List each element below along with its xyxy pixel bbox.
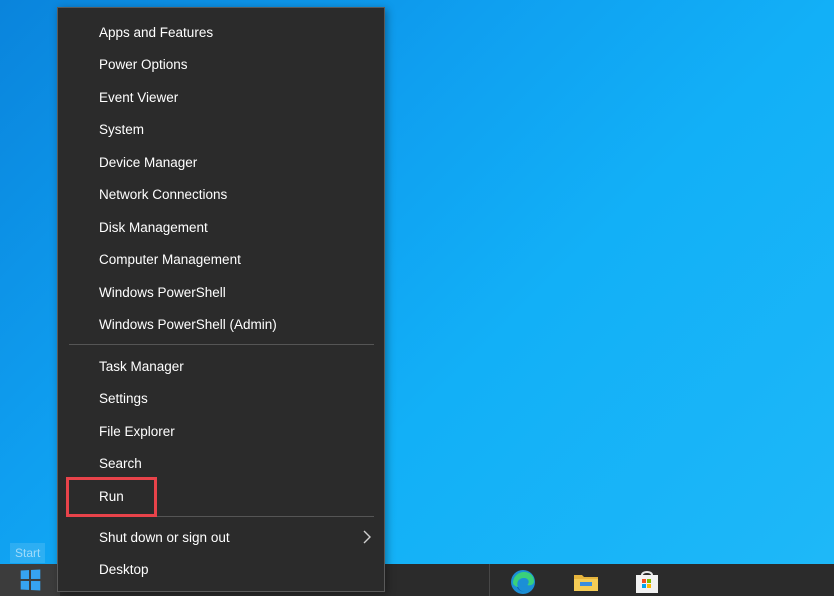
start-button[interactable] [0,564,60,596]
menu-item-disk-management[interactable]: Disk Management [58,211,384,243]
menu-item-windows-powershell[interactable]: Windows PowerShell [58,276,384,308]
windows-logo-icon [20,569,41,591]
menu-item-event-viewer[interactable]: Event Viewer [58,81,384,113]
menu-separator [69,344,374,345]
taskbar-divider [489,564,490,596]
menu-item-run[interactable]: Run [58,480,384,512]
menu-item-network-connections[interactable]: Network Connections [58,178,384,210]
menu-item-settings[interactable]: Settings [58,382,384,414]
winx-context-menu: Apps and Features Power Options Event Vi… [57,7,385,592]
menu-item-desktop[interactable]: Desktop [58,553,384,585]
menu-item-system[interactable]: System [58,113,384,145]
start-tooltip: Start [10,543,46,563]
menu-item-computer-management[interactable]: Computer Management [58,243,384,275]
chevron-right-icon [363,530,371,544]
menu-item-shut-down-or-sign-out[interactable]: Shut down or sign out [58,521,384,553]
menu-separator [69,516,374,517]
menu-item-apps-and-features[interactable]: Apps and Features [58,16,384,48]
file-explorer-icon[interactable] [568,568,604,596]
menu-item-file-explorer[interactable]: File Explorer [58,415,384,447]
menu-item-windows-powershell-admin[interactable]: Windows PowerShell (Admin) [58,308,384,340]
menu-item-task-manager[interactable]: Task Manager [58,350,384,382]
edge-icon[interactable] [505,568,541,596]
store-icon[interactable] [629,568,665,596]
menu-item-power-options[interactable]: Power Options [58,48,384,80]
menu-item-device-manager[interactable]: Device Manager [58,146,384,178]
menu-item-search[interactable]: Search [58,447,384,479]
